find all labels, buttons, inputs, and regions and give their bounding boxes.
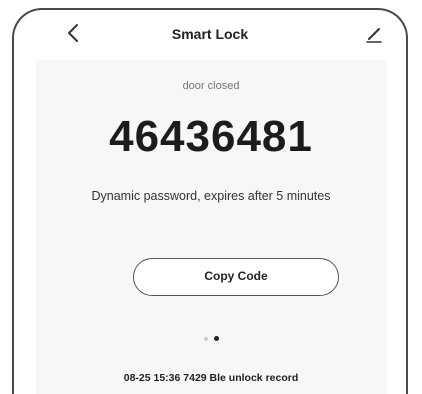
dynamic-code: 46436481 xyxy=(109,112,313,161)
door-status: door closed xyxy=(182,80,240,92)
code-description: Dynamic password, expires after 5 minute… xyxy=(91,189,331,203)
unlock-record[interactable]: 08-25 15:36 7429 Ble unlock record xyxy=(36,372,386,384)
page-dot-1[interactable] xyxy=(203,336,208,341)
page-dot-2[interactable] xyxy=(213,336,219,342)
top-bar: Smart Lock xyxy=(14,10,406,56)
page-title: Smart Lock xyxy=(171,26,249,42)
page-indicator xyxy=(36,330,386,342)
pencil-icon[interactable] xyxy=(364,24,384,44)
copy-code-button[interactable]: Copy Code xyxy=(133,258,339,296)
phone-frame: Smart Lock door closed 46436481 Dynamic … xyxy=(12,8,408,394)
lock-card: door closed 46436481 Dynamic password, e… xyxy=(36,60,386,394)
